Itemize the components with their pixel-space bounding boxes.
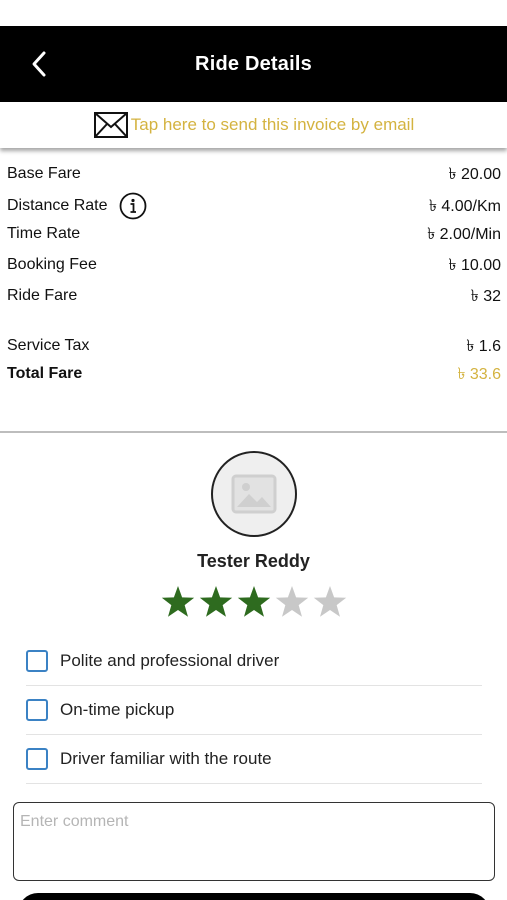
fare-value: ৳ 32: [470, 287, 501, 305]
fare-label: Time Rate: [7, 225, 81, 242]
total-fare-value: ৳ 33.6: [457, 365, 501, 383]
fare-row-time: Time Rate ৳ 2.00/Min: [7, 222, 501, 246]
send-invoice-email-button[interactable]: Tap here to send this invoice by email: [0, 102, 507, 148]
feedback-option-polite[interactable]: Polite and professional driver: [26, 637, 482, 686]
fare-row-ride: Ride Fare ৳ 32: [7, 284, 501, 308]
info-icon[interactable]: [119, 192, 147, 220]
checkbox[interactable]: [26, 699, 48, 721]
fare-label: Ride Fare: [7, 287, 78, 304]
fare-label: Booking Fee: [7, 256, 97, 273]
fare-row-total: Total Fare ৳ 33.6: [7, 362, 501, 386]
feedback-option-on-time[interactable]: On-time pickup: [26, 686, 482, 735]
image-placeholder-icon: [231, 474, 277, 514]
feedback-option-label: On-time pickup: [60, 700, 175, 719]
status-bar-area: [0, 0, 507, 26]
feedback-option-label: Driver familiar with the route: [60, 749, 272, 768]
fare-value: ৳ 1.6: [466, 337, 501, 355]
fare-row-distance: Distance Rate ৳ 4.00/Km: [7, 192, 501, 220]
checkbox[interactable]: [26, 748, 48, 770]
driver-name: Tester Reddy: [197, 551, 310, 571]
fare-row-booking: Booking Fee ৳ 10.00: [7, 253, 501, 277]
star-filled-icon[interactable]: [198, 584, 234, 620]
submit-button[interactable]: [18, 893, 490, 900]
fare-value: ৳ 10.00: [448, 256, 501, 274]
star-empty-icon[interactable]: [312, 584, 348, 620]
feedback-option-route[interactable]: Driver familiar with the route: [26, 735, 482, 784]
app-header: Ride Details: [0, 26, 507, 102]
fare-value: ৳ 2.00/Min: [427, 225, 501, 243]
fare-label: Distance Rate: [7, 197, 108, 214]
total-fare-label: Total Fare: [7, 365, 83, 382]
driver-rating[interactable]: [160, 584, 348, 622]
feedback-option-label: Polite and professional driver: [60, 651, 280, 670]
comment-input[interactable]: [13, 802, 495, 881]
page-title: Ride Details: [195, 52, 312, 75]
fare-value: ৳ 4.00/Km: [428, 197, 501, 215]
fare-row-base: Base Fare ৳ 20.00: [7, 162, 501, 186]
star-filled-icon[interactable]: [236, 584, 272, 620]
fare-label: Service Tax: [7, 337, 90, 354]
ride-details-screen: Ride Details Tap here to send this invoi…: [0, 0, 507, 900]
fare-value: ৳ 20.00: [448, 165, 501, 183]
fare-row-service-tax: Service Tax ৳ 1.6: [7, 334, 501, 358]
driver-avatar: [211, 451, 297, 537]
envelope-icon: [93, 112, 128, 138]
star-empty-icon[interactable]: [274, 584, 310, 620]
checkbox[interactable]: [26, 650, 48, 672]
section-divider: [0, 431, 507, 433]
fare-label-wrap: Distance Rate: [7, 192, 147, 220]
send-invoice-email-label: Tap here to send this invoice by email: [130, 115, 415, 134]
fare-label: Base Fare: [7, 165, 81, 182]
star-filled-icon[interactable]: [160, 584, 196, 620]
